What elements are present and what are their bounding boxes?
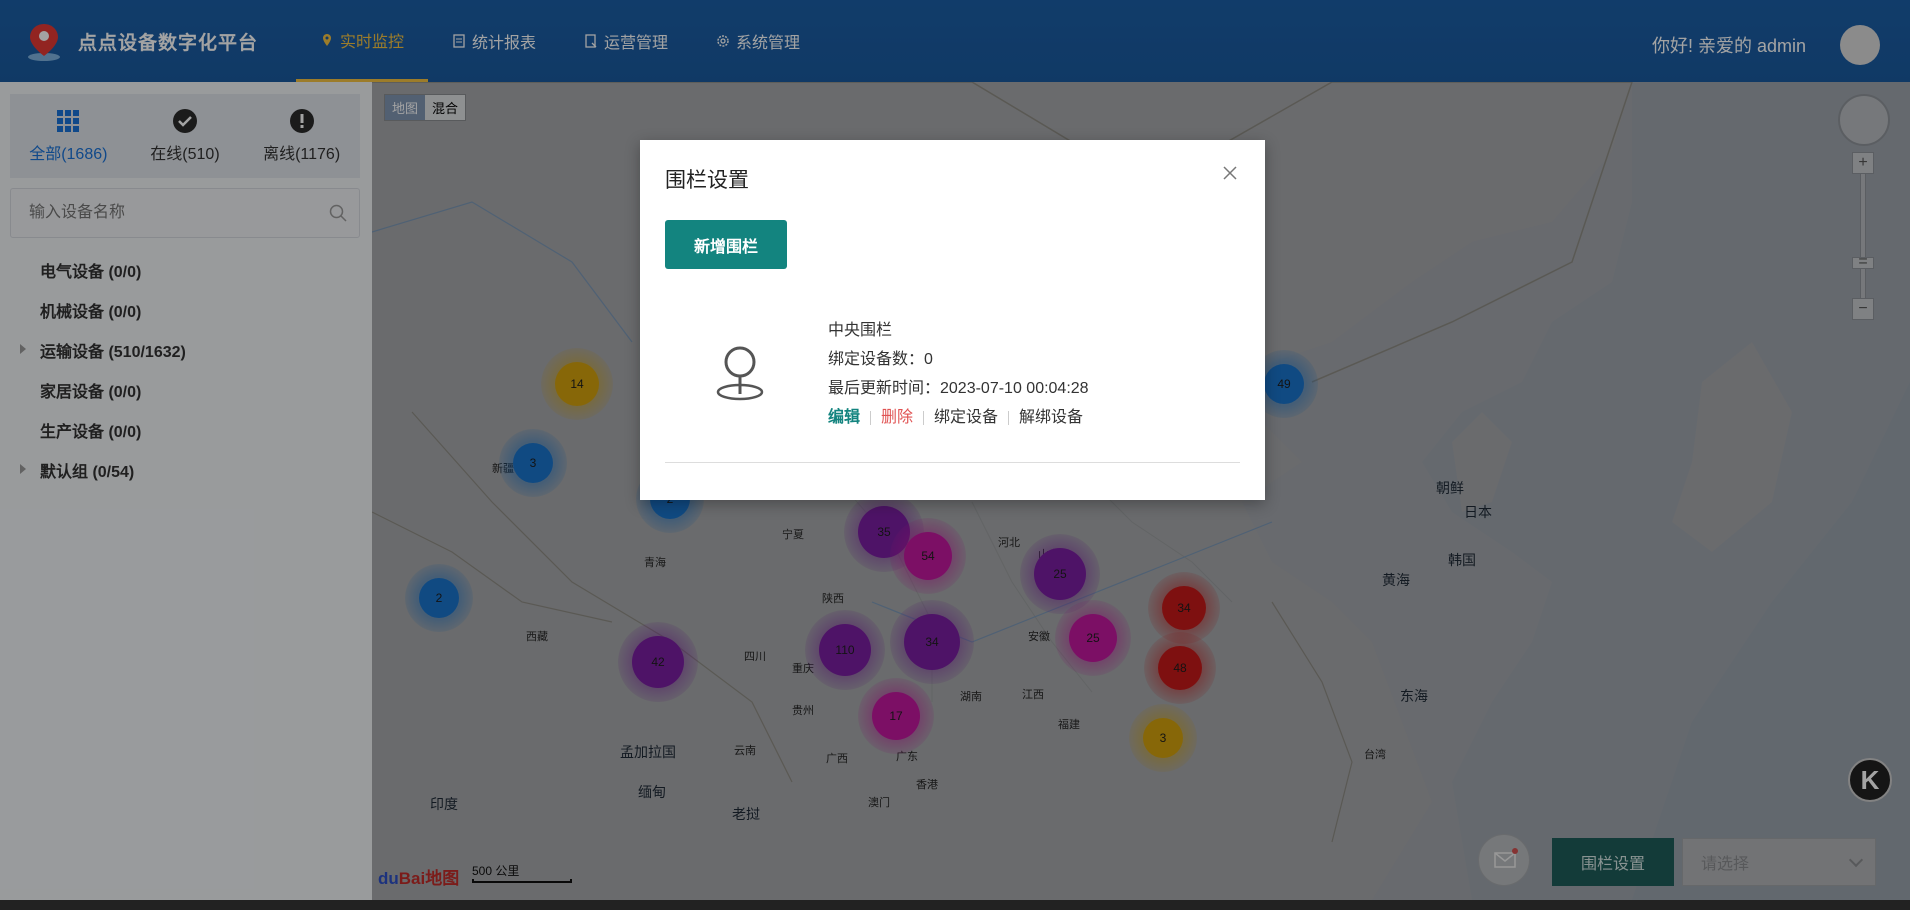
add-fence-button[interactable]: 新增围栏 xyxy=(665,220,787,269)
fence-updated-time: 最后更新时间：2023-07-10 00:04:28 xyxy=(828,380,1089,397)
taskbar-strip xyxy=(0,900,1910,910)
fence-actions: 编辑 删除 绑定设备 解绑设备 xyxy=(828,403,1093,432)
fence-info: 中央围栏 绑定设备数：0 最后更新时间：2023-07-10 00:04:28 … xyxy=(828,316,1093,432)
modal-divider xyxy=(665,462,1240,463)
fence-pin-icon xyxy=(716,346,764,401)
delete-fence-link[interactable]: 删除 xyxy=(871,403,923,432)
modal-title: 围栏设置 xyxy=(665,169,749,192)
unbind-device-link[interactable]: 解绑设备 xyxy=(1009,403,1093,432)
fence-bound-count: 绑定设备数：0 xyxy=(828,351,933,368)
bind-device-link[interactable]: 绑定设备 xyxy=(924,403,1008,432)
fence-name: 中央围栏 xyxy=(828,322,893,339)
edit-fence-link[interactable]: 编辑 xyxy=(828,403,870,432)
close-icon[interactable] xyxy=(1221,164,1239,182)
fence-settings-modal: 围栏设置 新增围栏 中央围栏 绑定设备数：0 最后更新时间：2023-07-10… xyxy=(640,140,1265,500)
